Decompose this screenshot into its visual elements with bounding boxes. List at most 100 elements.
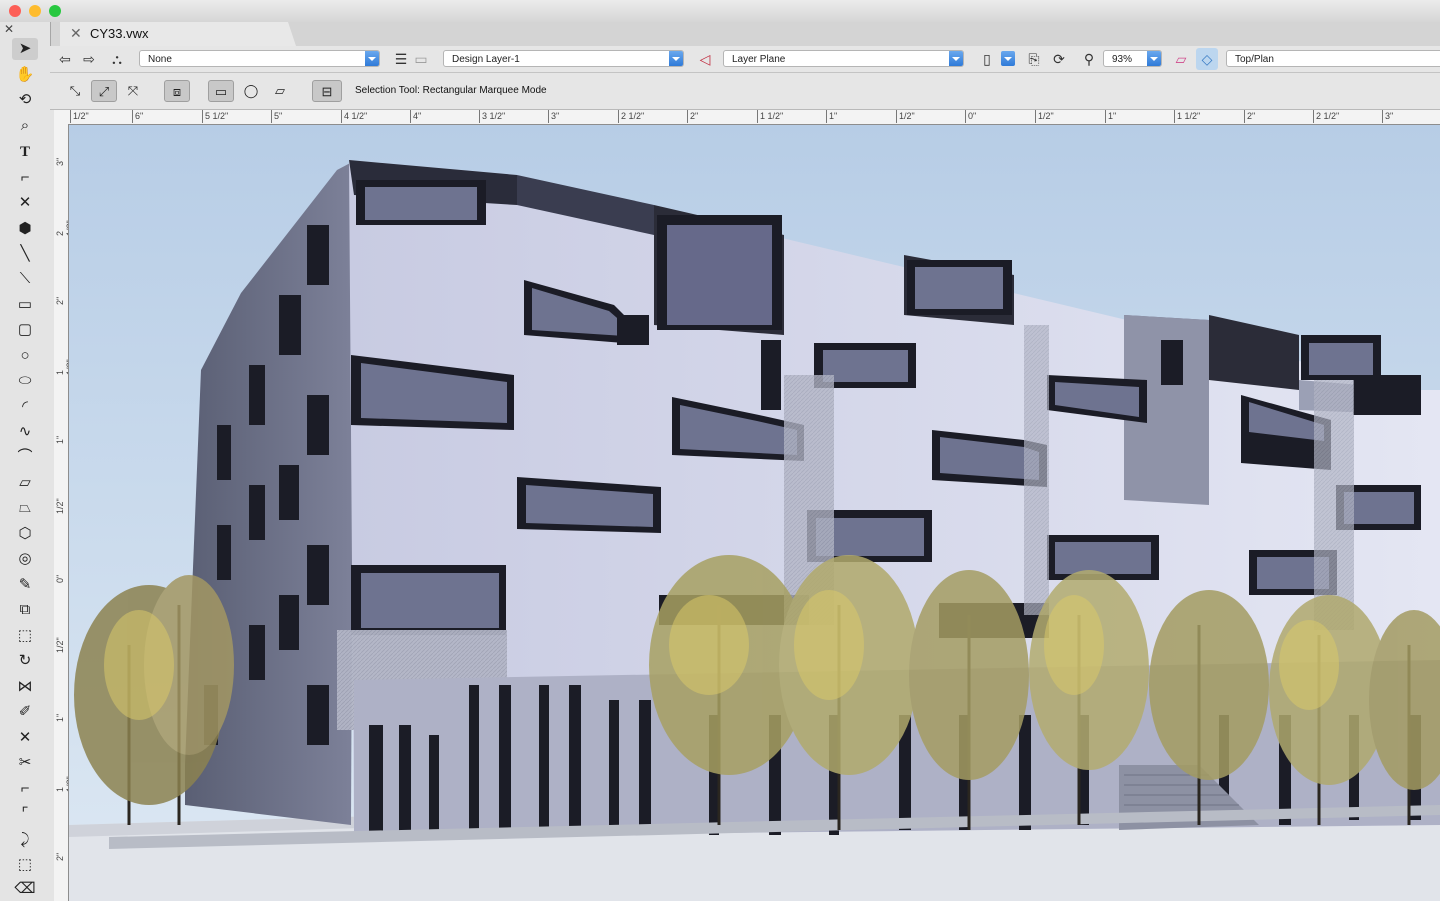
oval-icon[interactable]: ⬭ — [12, 370, 38, 392]
arrow-right-icon[interactable]: ⇨ — [78, 48, 100, 70]
layer-dropdown-value: Design Layer-1 — [452, 54, 520, 65]
single-object-scaling-icon[interactable]: ⤢ — [91, 80, 117, 102]
rectangular-marquee-icon[interactable]: ▭ — [208, 80, 234, 102]
zoom-dropdown-value: 93% — [1112, 54, 1133, 65]
horizontal-ruler[interactable]: 1/2" 6" 5 1/2" 5" 4 1/2" 4" 3 1/2" 3" 2 … — [54, 110, 1440, 125]
ruler-label: 1" — [826, 110, 837, 123]
polygon-marquee-icon[interactable]: ▱ — [267, 80, 293, 102]
ruler-label: 1 1/2" — [55, 359, 69, 375]
selection-arrow-icon[interactable]: ➤ — [12, 38, 38, 60]
rectangle-icon[interactable]: ▭ — [12, 294, 38, 316]
close-icon[interactable]: ✕ — [70, 25, 82, 42]
rounded-rectangle-icon[interactable]: ▢ — [12, 319, 38, 341]
ruler-label: 1" — [55, 713, 65, 722]
class-visibility-icon[interactable]: ⛬ — [106, 48, 128, 70]
minimize-window-button[interactable] — [29, 5, 41, 17]
document-tab-bar: ✕ CY33.vwx — [0, 22, 1440, 47]
ruler-label: 1/2" — [55, 498, 65, 514]
drawing-canvas[interactable] — [69, 125, 1440, 901]
ruler-label: 4 1/2" — [341, 110, 367, 123]
ruler-label: 2 1/2" — [618, 110, 644, 123]
3d-locus-icon[interactable]: ⬢ — [12, 218, 38, 240]
lasso-marquee-icon[interactable]: ◯ — [238, 80, 264, 102]
view-bar: ⇦ ⇨ ⛬ None ☰ ▭ Design Layer-1 ◁ Layer Pl… — [50, 46, 1440, 73]
line-icon[interactable]: ╲ — [12, 243, 38, 265]
transform-mode-icon[interactable]: ⧈ — [164, 80, 190, 102]
saved-views-icon[interactable]: ⎘ — [1023, 48, 1045, 70]
ruler-label: 4" — [410, 110, 421, 123]
locus-icon[interactable]: ✕ — [12, 192, 38, 214]
callout-icon[interactable]: ⌐ — [12, 167, 38, 189]
plane-eye-icon[interactable]: ◁ — [694, 48, 716, 70]
magnifier-icon[interactable]: ⚲ — [1078, 48, 1100, 70]
trim-icon[interactable]: ✕ — [12, 727, 38, 749]
page-icon[interactable]: ▯ — [976, 48, 998, 70]
ruler-label: 1/2" — [55, 637, 65, 653]
mirror-icon[interactable]: ⋈ — [12, 676, 38, 698]
layer-options-icon[interactable]: ▭ — [410, 48, 432, 70]
selection-preferences-icon[interactable]: ⊟ — [312, 80, 342, 102]
view-dropdown[interactable]: Top/Plan — [1226, 50, 1440, 67]
ruler-label: 1 1/2" — [1174, 110, 1200, 123]
zoom-icon[interactable]: ⌕ — [12, 115, 38, 137]
class-dropdown[interactable]: None — [139, 50, 380, 67]
ruler-label: 5 1/2" — [202, 110, 228, 123]
clip-icon[interactable]: ⧉ — [12, 599, 38, 621]
freehand-icon[interactable]: ∿ — [12, 421, 38, 443]
spiral-icon[interactable]: ◎ — [12, 548, 38, 570]
ruler-label: 3" — [55, 157, 65, 166]
multiple-object-scaling-icon[interactable]: ⤧ — [120, 80, 146, 102]
polygon-icon[interactable]: ▱ — [12, 472, 38, 494]
ruler-label: 1 1/2" — [55, 776, 69, 792]
flyover-icon[interactable]: ⟲ — [12, 89, 38, 111]
split-icon[interactable]: ✂ — [12, 752, 38, 774]
layer-dropdown[interactable]: Design Layer-1 — [443, 50, 684, 67]
plane-dropdown-value: Layer Plane — [732, 54, 786, 65]
close-window-button[interactable] — [9, 5, 21, 17]
visibility-icon[interactable]: ⬚ — [12, 854, 38, 876]
ruler-label: 0" — [965, 110, 976, 123]
disable-interactive-scaling-icon[interactable]: ⤡ — [62, 80, 88, 102]
projection-icon[interactable]: ▱ — [1170, 48, 1192, 70]
document-tab-label: CY33.vwx — [90, 26, 149, 41]
ruler-label: 2" — [687, 110, 698, 123]
class-dropdown-value: None — [148, 54, 172, 65]
double-line-icon[interactable]: ⟍ — [12, 268, 38, 290]
vertical-ruler[interactable]: 3" 2 1/2" 2" 1 1/2" 1" 1/2" 0" 1/2" 1" 1… — [54, 124, 69, 901]
document-tab[interactable]: ✕ CY33.vwx — [60, 22, 296, 46]
regular-polygon-icon[interactable]: ⬡ — [12, 523, 38, 545]
zoom-dropdown[interactable]: 93% — [1103, 50, 1162, 67]
polyline-icon[interactable]: ⌒ — [12, 446, 38, 468]
reshape-icon[interactable]: ✐ — [12, 701, 38, 723]
mode-status-text: Selection Tool: Rectangular Marquee Mode — [355, 85, 547, 96]
offset-icon[interactable]: ⤸ — [12, 829, 38, 851]
ruler-label: 6" — [132, 110, 143, 123]
ruler-label: 2" — [55, 852, 65, 861]
attribute-mapping-icon[interactable]: ⬚ — [12, 625, 38, 647]
ruler-label: 1/2" — [1035, 110, 1054, 123]
eyedropper-icon[interactable]: ✎ — [12, 574, 38, 596]
chamfer-icon[interactable]: ⌜ — [12, 803, 38, 825]
ruler-label: 1" — [55, 435, 65, 444]
arrow-left-icon[interactable]: ⇦ — [54, 48, 76, 70]
ruler-label: 1" — [1105, 110, 1116, 123]
page-dropdown[interactable] — [1001, 51, 1015, 66]
flyover-view-icon[interactable]: ⟳ — [1048, 48, 1070, 70]
eraser-icon[interactable]: ⌫ — [12, 878, 38, 900]
palette-close-icon[interactable]: ✕ — [4, 22, 14, 36]
zoom-window-button[interactable] — [49, 5, 61, 17]
rotate-icon[interactable]: ↻ — [12, 650, 38, 672]
ruler-label: 2" — [55, 296, 65, 305]
standard-view-icon[interactable]: ◇ — [1196, 48, 1218, 70]
ruler-label: 3 1/2" — [479, 110, 505, 123]
ruler-label: 0" — [55, 574, 65, 583]
arc-icon[interactable]: ◜ — [12, 396, 38, 418]
fillet-icon[interactable]: ⌐ — [12, 778, 38, 800]
plane-dropdown[interactable]: Layer Plane — [723, 50, 964, 67]
double-polygon-icon[interactable]: ⏢ — [12, 497, 38, 519]
pan-hand-icon[interactable]: ✋ — [12, 64, 38, 86]
text-icon[interactable]: T — [12, 141, 38, 163]
circle-icon[interactable]: ○ — [12, 345, 38, 367]
chevron-down-icon — [1147, 51, 1161, 66]
layers-icon[interactable]: ☰ — [390, 48, 412, 70]
